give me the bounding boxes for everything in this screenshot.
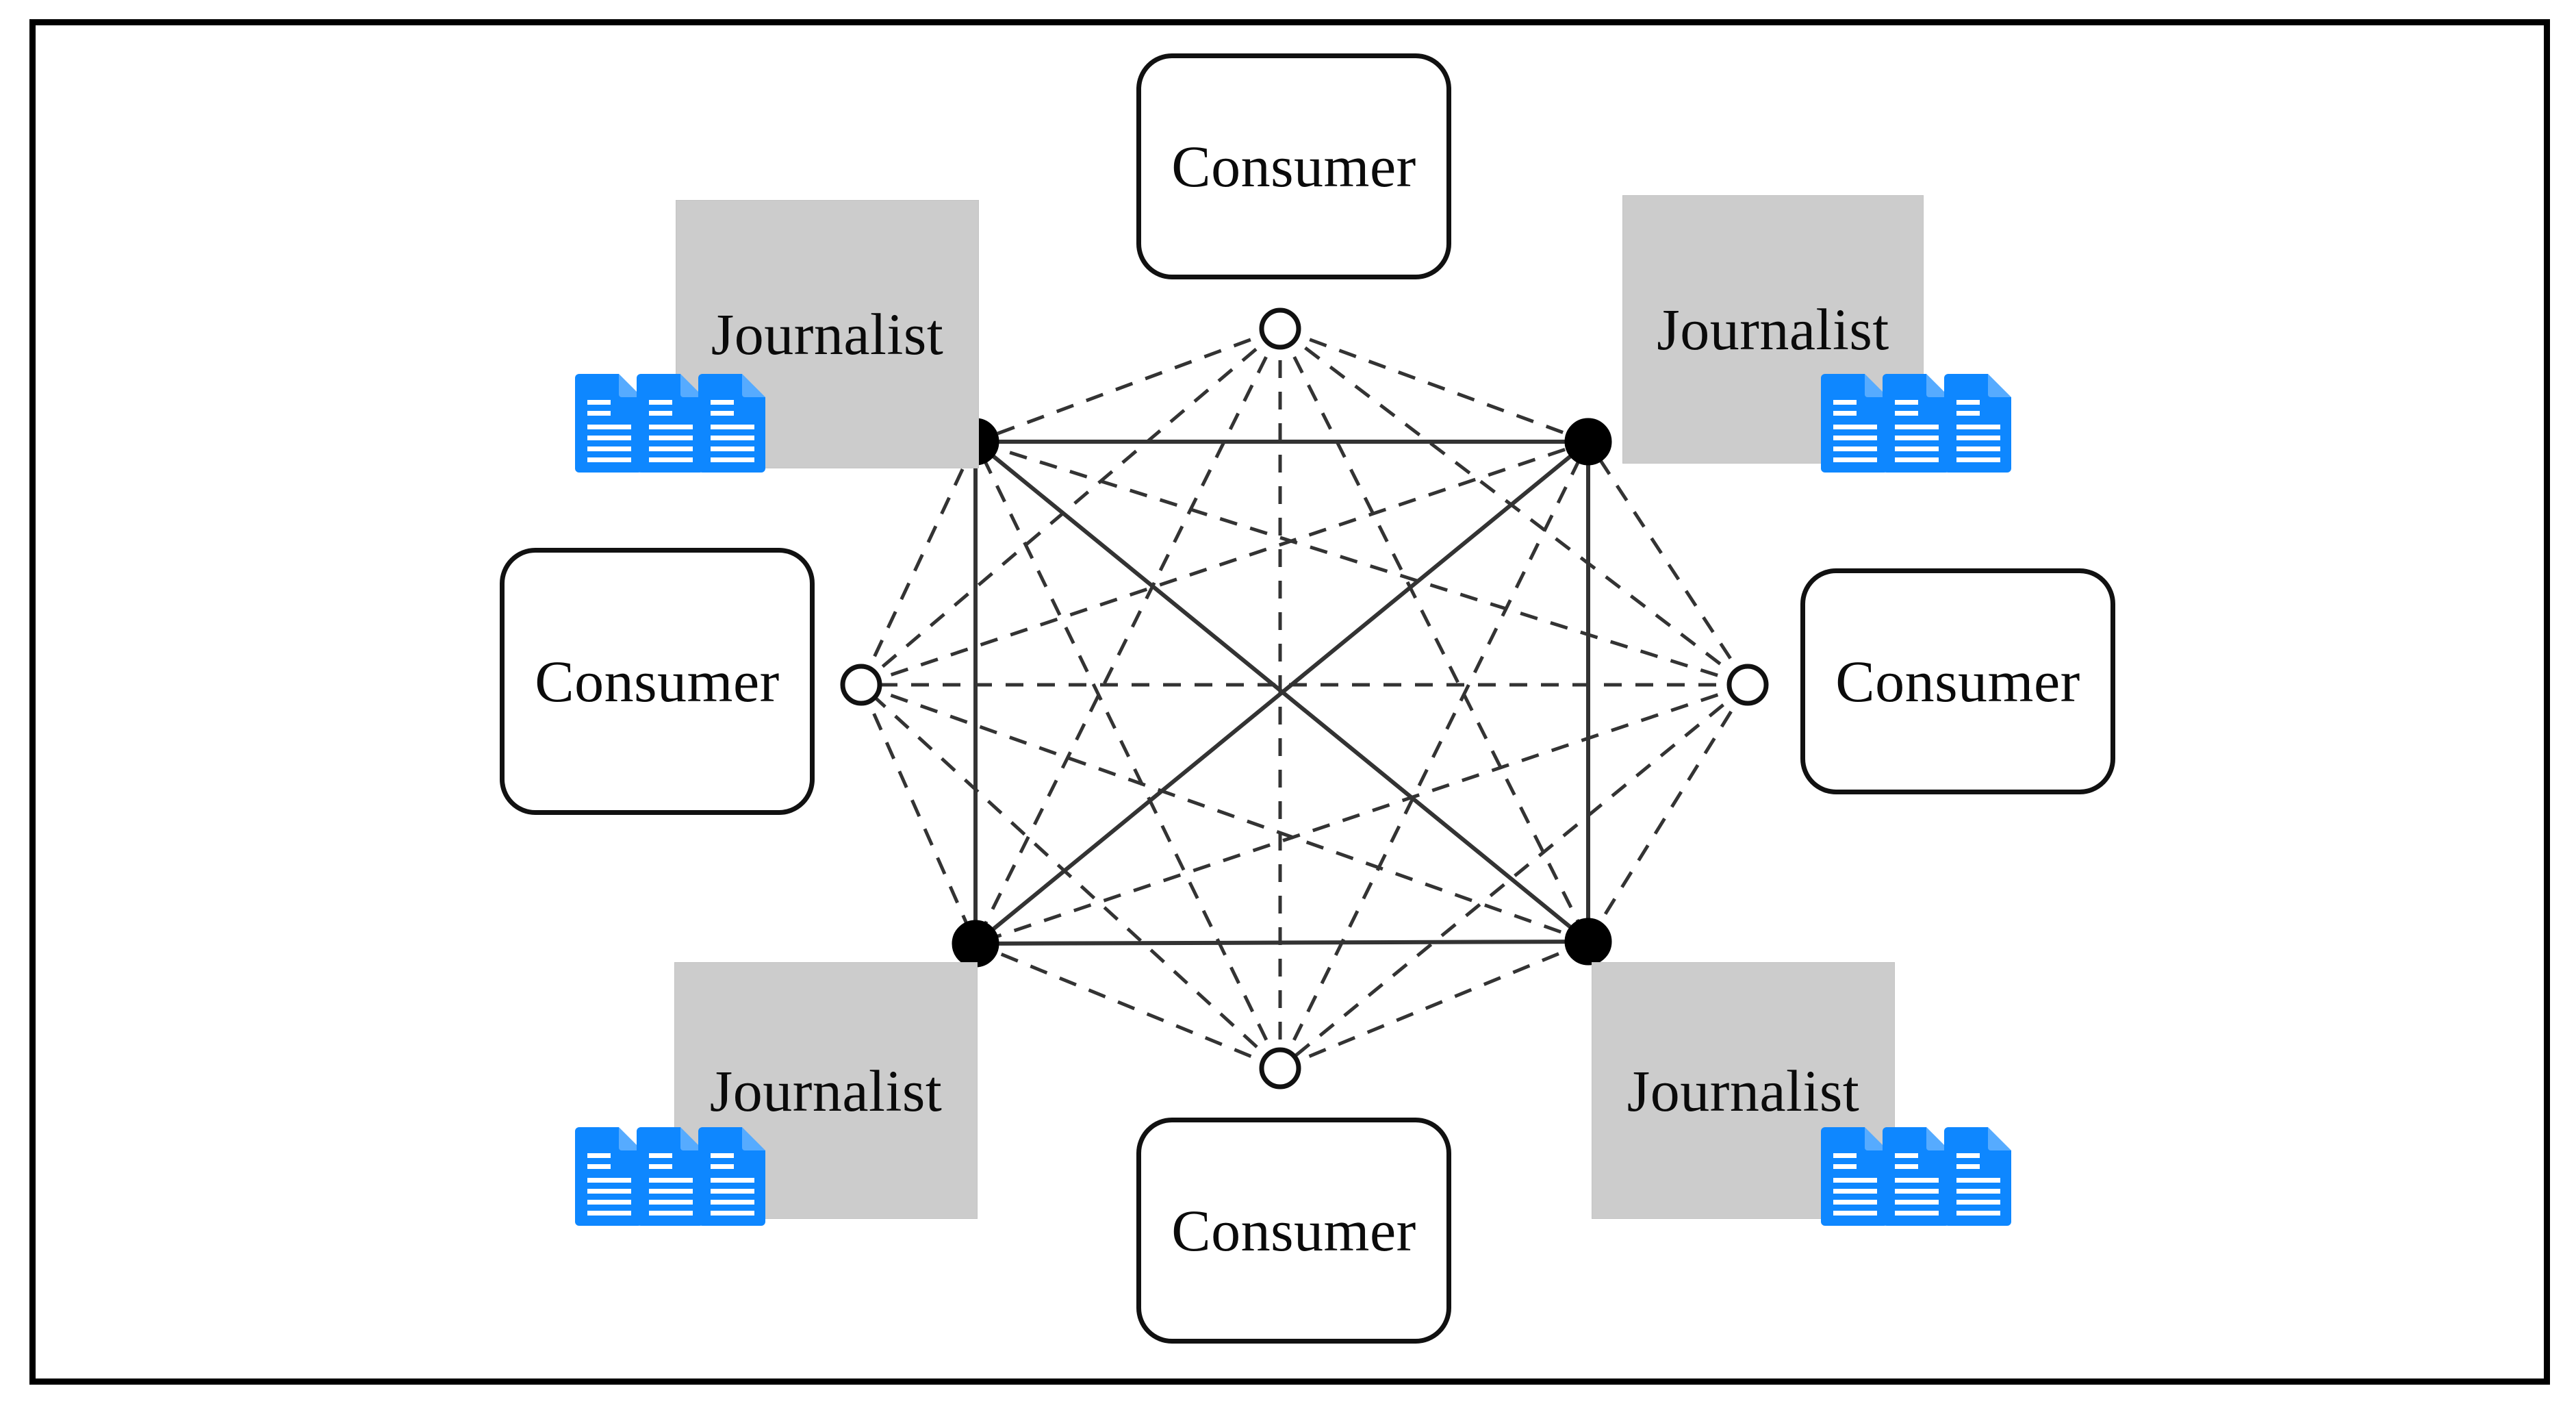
graph-edge	[975, 942, 1281, 1070]
document-stack-bottom-left	[574, 1123, 768, 1226]
graph-edge	[975, 940, 1589, 946]
document-icon	[575, 374, 642, 473]
consumer-label: Consumer	[1171, 1198, 1416, 1263]
consumer-box-bottom[interactable]: Consumer	[1136, 1118, 1451, 1344]
graph-edge	[860, 440, 1589, 687]
graph-edge	[973, 440, 1282, 1070]
journalist-label: Journalist	[1657, 297, 1889, 362]
consumer-label: Consumer	[1171, 134, 1416, 199]
consumer-label: Consumer	[535, 649, 780, 714]
document-icon	[698, 374, 765, 473]
consumer-label: Consumer	[1835, 649, 2080, 714]
document-icon	[637, 1127, 704, 1226]
document-icon	[1883, 374, 1950, 473]
document-icon	[1883, 1127, 1950, 1226]
journalist-node[interactable]	[1564, 918, 1612, 966]
journalist-label: Journalist	[1627, 1057, 1860, 1124]
graph-edge	[1586, 683, 1750, 943]
consumer-node[interactable]	[840, 664, 882, 706]
graph-edge	[1586, 440, 1750, 686]
graph-edge	[1278, 327, 1590, 943]
consumer-node[interactable]	[1726, 664, 1769, 706]
journalist-label: Journalist	[711, 301, 944, 367]
consumer-box-right[interactable]: Consumer	[1800, 568, 2115, 794]
graph-edge	[1279, 940, 1589, 1070]
document-stack-bottom-right	[1820, 1123, 2014, 1226]
graph-edge	[859, 683, 978, 945]
consumer-node[interactable]	[1259, 1047, 1301, 1090]
journalist-node[interactable]	[952, 920, 999, 968]
document-icon	[1944, 374, 2011, 473]
journalist-node[interactable]	[1564, 418, 1612, 466]
document-icon	[1944, 1127, 2011, 1226]
document-icon	[698, 1127, 765, 1226]
consumer-node[interactable]	[1259, 307, 1301, 350]
document-icon	[637, 374, 704, 473]
graph-edge	[975, 683, 1748, 946]
document-stack-top-left	[574, 370, 768, 473]
consumer-box-top[interactable]: Consumer	[1136, 53, 1451, 279]
document-icon	[1821, 1127, 1888, 1226]
graph-edge	[1279, 327, 1589, 444]
document-icon	[1821, 374, 1888, 473]
graph-edge	[975, 440, 1748, 687]
journalist-label: Journalist	[709, 1057, 943, 1124]
graph-edge	[1278, 440, 1590, 1070]
document-icon	[575, 1127, 642, 1226]
diagram-canvas: Consumer Consumer Consumer Consumer Jour…	[0, 0, 2576, 1410]
graph-edge	[973, 327, 1282, 945]
document-stack-top-right	[1820, 370, 2014, 473]
graph-edge	[859, 440, 978, 686]
consumer-box-left[interactable]: Consumer	[500, 548, 815, 815]
